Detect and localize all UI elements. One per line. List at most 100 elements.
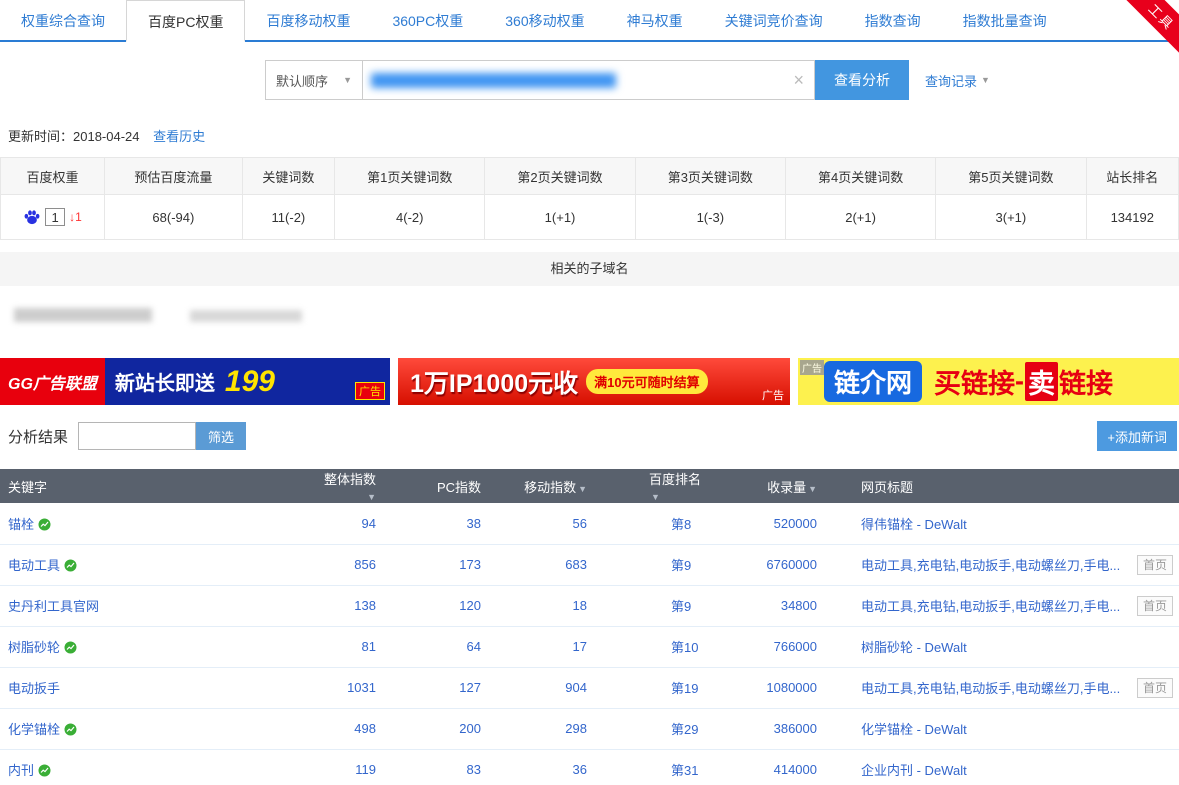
tab-index-query[interactable]: 指数查询 <box>844 0 942 40</box>
mobile-index-value: 18 <box>485 585 591 626</box>
top-tab-bar: 权重综合查询 百度PC权重 百度移动权重 360PC权重 360移动权重 神马权… <box>0 0 1179 42</box>
page-title-link[interactable]: 化学锚栓 - DeWalt <box>861 722 967 737</box>
keyword-link[interactable]: 树脂砂轮 <box>8 640 60 655</box>
collected-value: 34800 <box>711 585 831 626</box>
pc-index-value: 173 <box>380 544 485 585</box>
tab-baidu-mobile-weight[interactable]: 百度移动权重 <box>245 0 371 40</box>
page-title-link[interactable]: 电动工具,充电钻,电动扳手,电动螺丝刀,手电... <box>861 558 1120 573</box>
keyword-analysis-table: 关键字 整体指数▼ PC指数 移动指数▼ 百度排名▼ 收录量▼ 网页标题 锚栓 … <box>0 469 1179 785</box>
weight-drop-indicator: ↓1 <box>69 210 82 224</box>
ad-banner-link-market[interactable]: 广告 链介网 买链接 - 卖 链接 <box>798 358 1179 405</box>
collected-value: 6760000 <box>711 544 831 585</box>
col-pc-index: PC指数 <box>380 469 485 503</box>
overall-index-value: 138 <box>320 585 380 626</box>
overall-index-value: 498 <box>320 708 380 749</box>
col-overall-index[interactable]: 整体指数▼ <box>320 469 380 503</box>
keyword-link[interactable]: 化学锚栓 <box>8 722 60 737</box>
tab-360-pc-weight[interactable]: 360PC权重 <box>371 0 484 40</box>
keyword-row: 史丹利工具官网 138 120 18 第9 34800 首页电动工具,充电钻,电… <box>0 585 1179 626</box>
ad3-text: 买链接 - 卖 链接 <box>934 362 1113 401</box>
overall-index-value: 81 <box>320 626 380 667</box>
blurred-subdomain-link[interactable] <box>190 310 302 322</box>
keyword-link[interactable]: 内刊 <box>8 763 34 778</box>
collected-value: 766000 <box>711 626 831 667</box>
ad1-text: 新站长即送 <box>115 367 215 396</box>
ad3-dash: - <box>1015 366 1024 397</box>
index-badge-icon <box>64 641 77 654</box>
tab-keyword-bid-query[interactable]: 关键词竞价查询 <box>704 0 844 40</box>
summary-header-row: 百度权重 预估百度流量 关键词数 第1页关键词数 第2页关键词数 第3页关键词数… <box>1 158 1179 195</box>
clear-input-icon[interactable]: × <box>793 71 804 89</box>
tab-index-batch-query[interactable]: 指数批量查询 <box>942 0 1068 40</box>
keyword-link[interactable]: 锚栓 <box>8 517 34 532</box>
overall-index-value: 94 <box>320 503 380 544</box>
domain-search-input[interactable]: × <box>363 60 815 100</box>
collected-value: 520000 <box>711 503 831 544</box>
ad-banner-row: GG广告联盟 新站长即送 199 广告 1万IP1000元收 满10元可随时结算… <box>0 358 1179 405</box>
col-mobile-index-label: 移动指数 <box>524 480 576 495</box>
mobile-index-value: 56 <box>485 503 591 544</box>
col-baidu-rank[interactable]: 百度排名 ▼ <box>591 469 711 503</box>
baidu-rank-value: 第9 <box>591 585 711 626</box>
homepage-badge: 首页 <box>1137 678 1173 698</box>
col-webmaster-rank: 站长排名 <box>1086 158 1178 195</box>
baidu-rank-value: 第10 <box>591 626 711 667</box>
add-new-keyword-button[interactable]: +添加新词 <box>1097 421 1177 451</box>
analysis-results-label: 分析结果 <box>8 426 68 447</box>
col-baidu-rank-label: 百度排名 <box>649 472 701 487</box>
page-title-link[interactable]: 电动工具,充电钻,电动扳手,电动螺丝刀,手电... <box>861 599 1120 614</box>
page-title-link[interactable]: 企业内刊 - DeWalt <box>861 763 967 778</box>
tab-360-mobile-weight[interactable]: 360移动权重 <box>484 0 605 40</box>
baidu-rank-value: 第9 <box>591 544 711 585</box>
col-collected[interactable]: 收录量▼ <box>711 469 831 503</box>
ad3-sell-char: 卖 <box>1025 362 1058 401</box>
ad3-buy-text: 买链接 <box>934 362 1015 401</box>
chevron-down-icon: ▼ <box>343 75 352 85</box>
tab-shenma-weight[interactable]: 神马权重 <box>606 0 704 40</box>
blurred-subdomain-link[interactable] <box>14 308 152 322</box>
col-keyword-count: 关键词数 <box>242 158 334 195</box>
page-title-link[interactable]: 树脂砂轮 - DeWalt <box>861 640 967 655</box>
tab-baidu-pc-weight[interactable]: 百度PC权重 <box>126 0 245 42</box>
ad1-brand: GG广告联盟 <box>0 358 105 405</box>
sort-caret-icon: ▼ <box>651 492 660 502</box>
view-history-link[interactable]: 查看历史 <box>153 129 205 144</box>
ad-banner-gg-alliance[interactable]: GG广告联盟 新站长即送 199 广告 <box>0 358 390 405</box>
keyword-table-header-row: 关键字 整体指数▼ PC指数 移动指数▼ 百度排名▼ 收录量▼ 网页标题 <box>0 469 1179 503</box>
toolbox-corner-ribbon[interactable]: 工具 <box>1118 0 1179 61</box>
filter-keyword-input[interactable] <box>78 422 196 450</box>
keyword-row: 锚栓 94 38 56 第8 520000 得伟锚栓 - DeWalt <box>0 503 1179 544</box>
ad1-ad-tag: 广告 <box>355 382 385 400</box>
analyze-button[interactable]: 查看分析 <box>815 60 909 100</box>
webmaster-rank-value: 134192 <box>1086 195 1178 240</box>
order-select[interactable]: 默认顺序 ▼ <box>265 60 363 100</box>
keyword-row: 化学锚栓 498 200 298 第29 386000 化学锚栓 - DeWal… <box>0 708 1179 749</box>
summary-data-row: 1 ↓1 68(-94) 11(-2) 4(-2) 1(+1) 1(-3) 2(… <box>1 195 1179 240</box>
keyword-link[interactable]: 电动扳手 <box>8 681 60 696</box>
analysis-filter-row: 分析结果 筛选 +添加新词 <box>8 421 1171 451</box>
order-select-label: 默认顺序 <box>276 71 328 90</box>
query-history-link[interactable]: 查询记录 ▼ <box>925 71 990 90</box>
col-page5-keywords: 第5页关键词数 <box>936 158 1086 195</box>
pc-index-value: 200 <box>380 708 485 749</box>
baidu-rank-value: 第31 <box>591 749 711 785</box>
keyword-count-value: 11(-2) <box>242 195 334 240</box>
baidu-rank-value: 第19 <box>591 667 711 708</box>
tab-weight-overall[interactable]: 权重综合查询 <box>0 0 126 40</box>
update-time-row: 更新时间：2018-04-24 查看历史 <box>8 126 1179 145</box>
overall-index-value: 119 <box>320 749 380 785</box>
keyword-link[interactable]: 电动工具 <box>8 558 60 573</box>
ad-banner-ip-traffic[interactable]: 1万IP1000元收 满10元可随时结算 广告 <box>398 358 790 405</box>
col-mobile-index[interactable]: 移动指数▼ <box>485 469 591 503</box>
page-title-link[interactable]: 得伟锚栓 - DeWalt <box>861 517 967 532</box>
page-title-link[interactable]: 电动工具,充电钻,电动扳手,电动螺丝刀,手电... <box>861 681 1120 696</box>
sort-caret-icon: ▼ <box>808 484 817 494</box>
ad3-brand: 链介网 <box>824 361 922 402</box>
col-overall-index-label: 整体指数 <box>324 472 376 487</box>
sort-caret-icon: ▼ <box>578 484 587 494</box>
collected-value: 414000 <box>711 749 831 785</box>
index-badge-icon <box>64 559 77 572</box>
keyword-link[interactable]: 史丹利工具官网 <box>8 599 99 614</box>
filter-button[interactable]: 筛选 <box>196 422 246 450</box>
index-badge-icon <box>64 723 77 736</box>
